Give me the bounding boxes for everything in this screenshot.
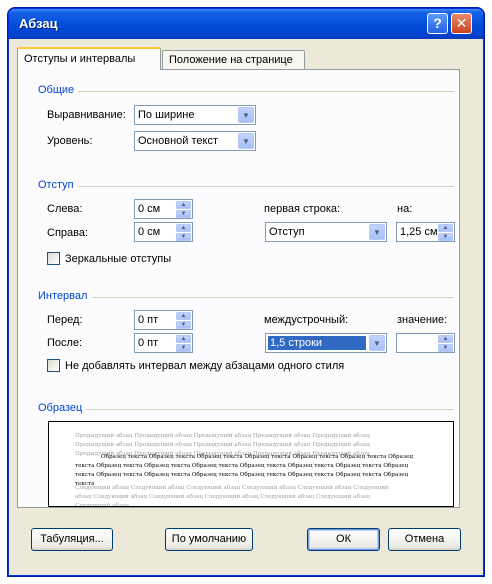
- indent-right-value: 0 см: [138, 226, 161, 238]
- alignment-select[interactable]: По ширине ▼: [134, 105, 256, 125]
- space-after-value: 0 пт: [138, 337, 159, 349]
- spin-up-icon[interactable]: ▲: [176, 335, 191, 343]
- alignment-value: По ширине: [138, 109, 195, 121]
- close-button[interactable]: ✕: [451, 13, 472, 34]
- first-line-label: первая строка:: [264, 203, 341, 215]
- spin-down-icon[interactable]: ▼: [438, 344, 453, 352]
- space-before-spinner[interactable]: 0 пт ▲ ▼: [134, 310, 193, 330]
- level-select[interactable]: Основной текст ▼: [134, 131, 256, 151]
- alignment-label: Выравнивание:: [47, 109, 126, 121]
- spacing-group-title: Интервал: [38, 290, 88, 302]
- level-value: Основной текст: [138, 135, 218, 147]
- spin-up-icon[interactable]: ▲: [176, 312, 191, 320]
- line-spacing-label: междустрочный:: [264, 314, 349, 326]
- indent-right-label: Справа:: [47, 227, 89, 239]
- spin-down-icon[interactable]: ▼: [176, 321, 191, 329]
- indent-right-spinner[interactable]: 0 см ▲ ▼: [134, 222, 193, 242]
- ok-button[interactable]: ОК: [307, 528, 380, 551]
- tab-indents-spacing[interactable]: Отступы и интервалы: [17, 47, 161, 70]
- spin-up-icon[interactable]: ▲: [176, 224, 191, 232]
- spacing-value-spinner[interactable]: ▲ ▼: [396, 333, 455, 353]
- spin-up-icon[interactable]: ▲: [438, 335, 453, 343]
- level-label: Уровень:: [47, 135, 93, 147]
- spin-down-icon[interactable]: ▼: [176, 210, 191, 218]
- general-group-title: Общие: [38, 84, 75, 96]
- indent-by-value: 1,25 см: [400, 226, 438, 238]
- divider: [92, 297, 454, 298]
- sample-group-title: Образец: [38, 402, 83, 414]
- divider: [86, 409, 454, 410]
- help-button[interactable]: ?: [427, 13, 448, 34]
- tab-line-page-breaks[interactable]: Положение на странице: [162, 50, 305, 70]
- indent-left-value: 0 см: [138, 203, 161, 215]
- tabs-button[interactable]: Табуляция...: [31, 528, 113, 551]
- tab-label: Отступы и интервалы: [24, 53, 136, 65]
- space-before-label: Перед:: [47, 314, 83, 326]
- window-title: Абзац: [19, 16, 58, 31]
- space-before-value: 0 пт: [138, 314, 159, 326]
- first-line-value: Отступ: [269, 226, 305, 238]
- tab-label: Положение на странице: [169, 54, 293, 66]
- indent-left-label: Слева:: [47, 203, 83, 215]
- chevron-down-icon[interactable]: ▼: [369, 224, 385, 240]
- cancel-button[interactable]: Отмена: [388, 528, 461, 551]
- set-default-button[interactable]: По умолчанию: [165, 528, 253, 551]
- chevron-down-icon[interactable]: ▼: [238, 107, 254, 123]
- divider: [78, 186, 454, 187]
- divider: [78, 91, 454, 92]
- mirror-indents-label[interactable]: Зеркальные отступы: [65, 253, 171, 265]
- sample-preview: Предыдущий абзац Предыдущий абзац Предыд…: [48, 421, 454, 507]
- space-after-spinner[interactable]: 0 пт ▲ ▼: [134, 333, 193, 353]
- no-space-same-style-checkbox[interactable]: [47, 359, 60, 372]
- spin-down-icon[interactable]: ▼: [438, 233, 453, 241]
- chevron-down-icon[interactable]: ▼: [238, 133, 254, 149]
- mirror-indents-checkbox[interactable]: [47, 252, 60, 265]
- title-bar[interactable]: Абзац ? ✕: [9, 9, 483, 39]
- line-spacing-select[interactable]: 1,5 строки ▼: [265, 333, 387, 353]
- chevron-down-icon[interactable]: ▼: [369, 335, 385, 351]
- space-after-label: После:: [47, 337, 83, 349]
- first-line-select[interactable]: Отступ ▼: [265, 222, 387, 242]
- spin-down-icon[interactable]: ▼: [176, 344, 191, 352]
- spin-up-icon[interactable]: ▲: [176, 201, 191, 209]
- preview-next-paragraph: Следующий абзац Следующий абзац Следующи…: [75, 485, 389, 507]
- line-spacing-value: 1,5 строки: [268, 336, 366, 350]
- indent-by-spinner[interactable]: 1,25 см ▲ ▼: [396, 222, 455, 242]
- indent-by-label: на:: [397, 203, 413, 215]
- indent-left-spinner[interactable]: 0 см ▲ ▼: [134, 199, 193, 219]
- spacing-value-label: значение:: [397, 314, 448, 326]
- no-space-same-style-label[interactable]: Не добавлять интервал между абзацами одн…: [65, 360, 344, 372]
- indent-group-title: Отступ: [38, 179, 74, 191]
- spin-down-icon[interactable]: ▼: [176, 233, 191, 241]
- spin-up-icon[interactable]: ▲: [438, 224, 453, 232]
